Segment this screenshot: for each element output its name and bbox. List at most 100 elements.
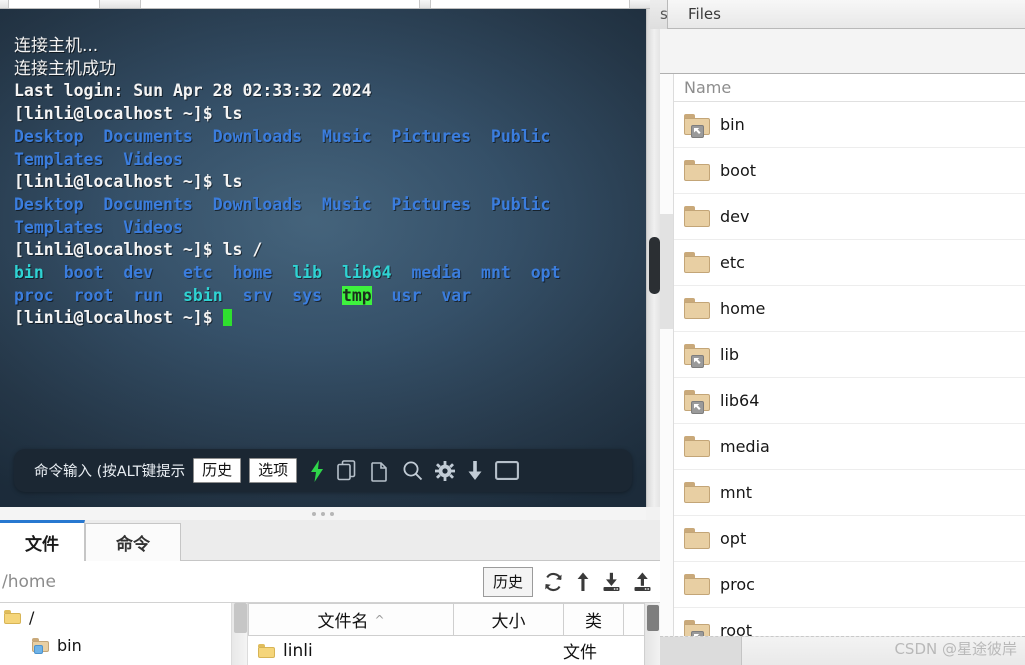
upload-icon[interactable] — [633, 572, 652, 592]
paste-icon[interactable] — [370, 460, 390, 482]
terminal-line: [linli@localhost ~]$ ls — [14, 103, 646, 126]
list-item[interactable]: opt — [674, 516, 1025, 562]
terminal-cursor — [222, 309, 232, 327]
terminal-span: media — [411, 263, 462, 283]
terminal-span: Music — [321, 126, 372, 146]
terminal-span: boot — [63, 263, 104, 283]
list-item[interactable]: mnt — [674, 470, 1025, 516]
terminal-span: Templates — [14, 217, 104, 237]
column-header-size[interactable]: 大小 — [454, 604, 564, 635]
terminal-span: Videos — [123, 149, 183, 169]
files-adjacent-tab-sliver[interactable]: s — [650, 0, 668, 29]
files-list[interactable]: bin boot dev etc home lib lib64 media mnt opt proc… — [674, 102, 1025, 637]
terminal-span: sys — [292, 285, 323, 305]
symlink-badge-icon — [691, 355, 704, 368]
file-name-label: proc — [720, 575, 755, 594]
terminal-span: Documents — [103, 194, 193, 214]
terminal-line: [linli@localhost ~]$ — [14, 307, 646, 330]
path-input[interactable]: /home — [0, 572, 483, 592]
list-item[interactable]: root — [674, 608, 1025, 637]
list-item[interactable]: proc — [674, 562, 1025, 608]
column-header-filename[interactable]: 文件名 ^ — [249, 604, 454, 635]
folder-symlink-icon — [684, 344, 710, 368]
files-statusbar: CSDN @星途彼岸 — [660, 636, 1025, 665]
folder-icon — [684, 298, 710, 319]
files-window-title: Files — [688, 5, 721, 23]
tree-node-root[interactable]: / — [0, 603, 231, 631]
terminal-span: Videos — [123, 217, 183, 237]
terminal-output-pane[interactable]: 连接主机... 连接主机成功 Last login: Sun Apr 28 02:3… — [0, 9, 646, 507]
terminal-span — [103, 263, 123, 282]
list-item[interactable]: bin — [674, 102, 1025, 148]
download-icon[interactable] — [467, 460, 483, 481]
terminal-line: [linli@localhost ~]$ ls / — [14, 239, 646, 262]
file-table-body: linli 文件 — [248, 636, 660, 665]
tree-scrollbar-thumb[interactable] — [234, 603, 247, 633]
lightning-icon[interactable] — [309, 459, 325, 482]
statusbar-chunk — [660, 637, 742, 665]
file-table-scrollbar[interactable] — [644, 603, 660, 665]
csdn-watermark: CSDN @星途彼岸 — [894, 640, 1017, 658]
command-input-bar[interactable]: 命令输入 (按ALT键提示 历史 选项 — [14, 449, 632, 492]
copy-icon[interactable] — [337, 459, 358, 482]
list-item[interactable]: home — [674, 286, 1025, 332]
column-header-type[interactable]: 类 — [564, 604, 624, 635]
window-icon[interactable] — [495, 461, 520, 480]
terminal-span: 连接主机成功 — [14, 58, 116, 79]
terminal-span — [44, 263, 64, 282]
column-label: 类 — [585, 612, 602, 632]
table-row[interactable]: linli 文件 — [248, 636, 660, 665]
tree-scrollbar[interactable] — [231, 603, 248, 665]
files-sidebar-scroll-thumb[interactable] — [660, 214, 673, 329]
terminal-scrollbar-thumb[interactable] — [649, 237, 660, 294]
list-item[interactable]: boot — [674, 148, 1025, 194]
terminal-span: usr — [391, 285, 422, 305]
terminal-span — [372, 286, 392, 305]
list-item[interactable]: media — [674, 424, 1025, 470]
files-sidebar-strip[interactable] — [660, 74, 674, 665]
terminal-scrollbar[interactable] — [646, 9, 660, 507]
pane-splitter-handle[interactable] — [0, 507, 646, 520]
directory-tree[interactable]: / bin — [0, 603, 231, 665]
tree-node-bin[interactable]: bin — [0, 631, 231, 659]
terminal-span: proc — [14, 285, 54, 305]
file-table-scrollbar-thumb[interactable] — [647, 605, 659, 631]
folder-symlink-icon — [684, 114, 710, 138]
command-options-button[interactable]: 选项 — [249, 457, 298, 484]
list-item[interactable]: lib — [674, 332, 1025, 378]
file-name-label: lib64 — [720, 391, 760, 410]
folder-icon — [258, 643, 275, 658]
command-bar-icons — [309, 459, 520, 482]
remote-file-table: 文件名 ^ 大小 类 linli 文件 — [248, 603, 660, 665]
terminal-span — [272, 263, 292, 282]
file-name-label: bin — [720, 115, 745, 134]
terminal-span: Music — [321, 194, 372, 214]
command-history-button[interactable]: 历史 — [193, 457, 242, 484]
tab-commands[interactable]: 命令 — [85, 523, 181, 561]
tab-files[interactable]: 文件 — [0, 520, 85, 561]
path-history-button[interactable]: 历史 — [482, 566, 533, 597]
list-item[interactable]: etc — [674, 240, 1025, 286]
terminal-span: 连接主机... — [14, 36, 99, 56]
terminal-span — [302, 195, 322, 214]
terminal-span: lib64 — [341, 263, 392, 283]
file-name-label: mnt — [720, 483, 752, 502]
refresh-icon[interactable] — [543, 572, 564, 592]
terminal-span: [linli@localhost ~]$ ls — [14, 104, 243, 124]
lower-pane-tabstrip: 文件 命令 — [0, 520, 660, 561]
folder-icon — [684, 528, 710, 549]
terminal-span: etc — [182, 263, 213, 283]
download-icon[interactable] — [602, 572, 621, 592]
list-item[interactable]: lib64 — [674, 378, 1025, 424]
files-toolbar[interactable] — [660, 29, 1025, 74]
folder-icon — [684, 436, 710, 457]
files-column-header[interactable]: Name — [674, 74, 1025, 102]
window-chrome-strip — [0, 0, 660, 9]
file-type-cell: 文件 — [563, 643, 597, 663]
search-icon[interactable] — [402, 460, 423, 481]
gear-icon[interactable] — [435, 460, 456, 481]
list-item[interactable]: dev — [674, 194, 1025, 240]
file-name-label: boot — [720, 161, 757, 180]
up-arrow-icon[interactable] — [576, 572, 590, 592]
terminal-span: Downloads — [212, 126, 303, 146]
